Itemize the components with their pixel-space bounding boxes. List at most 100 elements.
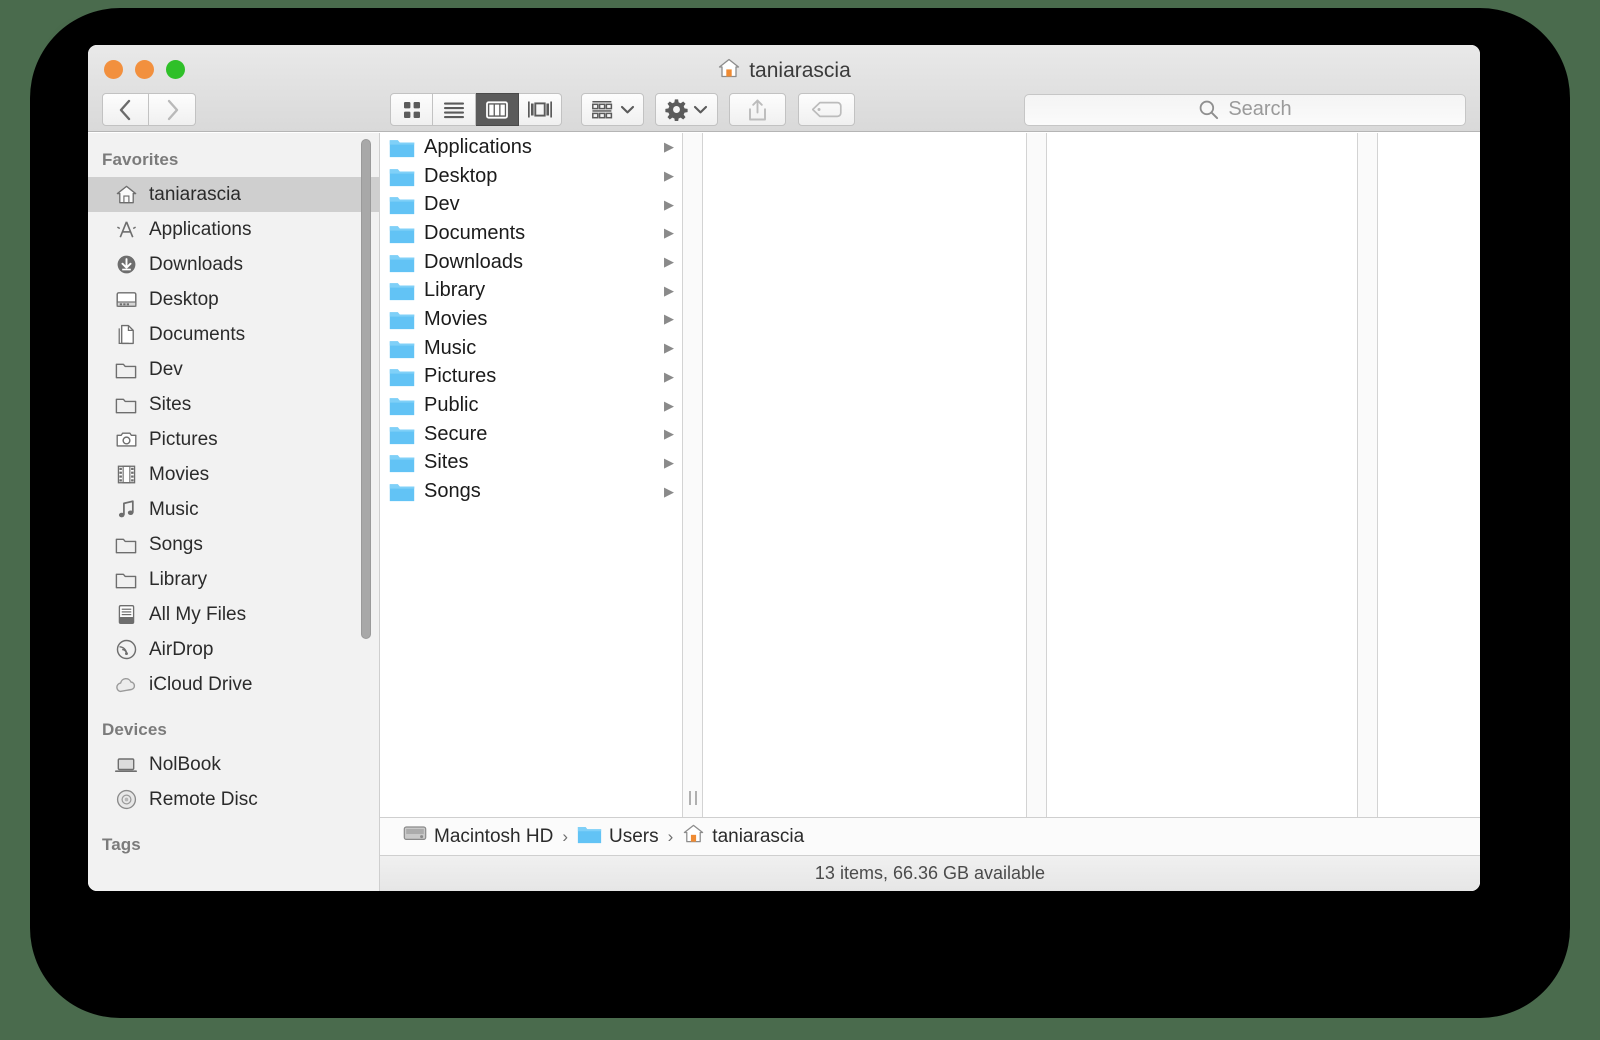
list-item[interactable]: Secure ▶: [380, 420, 682, 449]
column-resize-handle-2[interactable]: [1026, 133, 1047, 817]
sidebar-item-library[interactable]: Library: [88, 562, 379, 597]
sidebar-item-movies[interactable]: Movies: [88, 457, 379, 492]
blue-folder-icon: [389, 223, 415, 244]
list-item[interactable]: Downloads ▶: [380, 248, 682, 277]
list-item[interactable]: Sites ▶: [380, 449, 682, 478]
sidebar-item-label: Sites: [149, 393, 192, 415]
list-item-label: Songs: [424, 480, 481, 503]
back-button[interactable]: [102, 93, 149, 126]
laptop-icon: [114, 753, 138, 777]
list-view-button[interactable]: [433, 93, 476, 126]
sidebar-item-pictures[interactable]: Pictures: [88, 422, 379, 457]
breadcrumb-item-users[interactable]: Users: [609, 826, 659, 848]
sidebar-item-taniarascia[interactable]: taniarascia: [88, 177, 379, 212]
arrange-button[interactable]: [581, 93, 644, 126]
sidebar-scrollbar[interactable]: [361, 139, 371, 639]
sidebar-item-icloud-drive[interactable]: iCloud Drive: [88, 667, 379, 702]
chevron-right-icon: ▶: [664, 196, 674, 212]
window-title-text: taniarascia: [749, 59, 851, 82]
download-icon: [114, 253, 138, 277]
column-resize-handle-3[interactable]: [1357, 133, 1378, 817]
search-input[interactable]: Search: [1024, 93, 1466, 126]
sidebar-item-remote-disc[interactable]: Remote Disc: [88, 782, 379, 817]
blue-folder-icon: [389, 366, 415, 387]
column-3: [1047, 133, 1357, 817]
window-titlebar: taniarascia Search: [88, 45, 1480, 132]
status-bar-text: 13 items, 66.36 GB available: [814, 863, 1046, 883]
list-item[interactable]: Public ▶: [380, 391, 682, 420]
sidebar-item-label: iCloud Drive: [149, 673, 253, 695]
sidebar-item-songs[interactable]: Songs: [88, 527, 379, 562]
path-bar: Macintosh HD › Users › taniarascia: [380, 817, 1480, 855]
list-item[interactable]: Applications ▶: [380, 133, 682, 162]
column-view-button[interactable]: [476, 93, 519, 126]
list-item[interactable]: Music ▶: [380, 334, 682, 363]
home-icon: [114, 183, 138, 207]
sidebar-item-label: Applications: [149, 218, 252, 240]
search-icon: [1199, 100, 1219, 120]
chevron-right-icon: ▶: [664, 225, 674, 241]
list-item[interactable]: Library ▶: [380, 276, 682, 305]
sidebar-section-devices-header: Devices: [102, 720, 167, 739]
folder-icon: [114, 393, 138, 417]
blue-folder-icon: [389, 194, 415, 215]
list-item-label: Movies: [424, 307, 488, 330]
blue-folder-icon: [389, 424, 415, 445]
blue-folder-icon: [389, 395, 415, 416]
chevron-right-icon: ▶: [664, 340, 674, 356]
blue-folder-icon: [577, 824, 602, 850]
sidebar-item-documents[interactable]: Documents: [88, 317, 379, 352]
film-icon: [114, 463, 138, 487]
coverflow-view-button[interactable]: [519, 93, 562, 126]
sidebar-item-music[interactable]: Music: [88, 492, 379, 527]
share-button[interactable]: [729, 93, 786, 126]
window-body: Favorites taniarascia Applications Downl…: [88, 133, 1480, 891]
sidebar-item-downloads[interactable]: Downloads: [88, 247, 379, 282]
column-2: [703, 133, 1026, 817]
list-item-label: Secure: [424, 422, 488, 445]
list-item-label: Dev: [424, 193, 460, 216]
sidebar-item-label: Desktop: [149, 288, 219, 310]
sidebar-item-applications[interactable]: Applications: [88, 212, 379, 247]
sidebar-item-nolbook[interactable]: NolBook: [88, 747, 379, 782]
sidebar: Favorites taniarascia Applications Downl…: [88, 133, 380, 891]
nav-buttons: [102, 93, 196, 126]
sidebar-item-desktop[interactable]: Desktop: [88, 282, 379, 317]
blue-folder-icon: [389, 338, 415, 359]
list-item[interactable]: Dev ▶: [380, 190, 682, 219]
chevron-right-icon: ▶: [664, 397, 674, 413]
list-item-label: Documents: [424, 221, 526, 244]
status-bar: 13 items, 66.36 GB available: [380, 855, 1480, 891]
sidebar-item-dev[interactable]: Dev: [88, 352, 379, 387]
sidebar-item-airdrop[interactable]: AirDrop: [88, 632, 379, 667]
chevron-right-icon: ▶: [664, 483, 674, 499]
harddrive-icon: [403, 824, 427, 849]
list-item[interactable]: Movies ▶: [380, 305, 682, 334]
list-item[interactable]: Pictures ▶: [380, 363, 682, 392]
toolbar: Search: [88, 87, 1480, 132]
icon-view-button[interactable]: [390, 93, 433, 126]
forward-button[interactable]: [149, 93, 196, 126]
chevron-down-icon: [693, 105, 708, 114]
chevron-right-icon: ▶: [664, 426, 674, 442]
chevron-right-icon: ▶: [664, 311, 674, 327]
sidebar-item-label: Pictures: [149, 428, 218, 450]
finder-window: taniarascia Search Favorites taniarascia…: [88, 45, 1480, 891]
list-item[interactable]: Desktop ▶: [380, 162, 682, 191]
action-menu-button[interactable]: [655, 93, 718, 126]
list-item-label: Desktop: [424, 164, 498, 187]
tag-button[interactable]: [798, 93, 855, 126]
sidebar-item-all-my-files[interactable]: All My Files: [88, 597, 379, 632]
blue-folder-icon: [389, 252, 415, 273]
breadcrumb-item-taniarascia[interactable]: taniarascia: [712, 826, 804, 848]
column-resize-handle-1[interactable]: [682, 133, 703, 817]
breadcrumb-item-macintosh-hd[interactable]: Macintosh HD: [434, 826, 553, 848]
list-item-label: Downloads: [424, 250, 523, 273]
list-item-label: Applications: [424, 135, 532, 158]
sidebar-section-tags-header: Tags: [102, 835, 141, 854]
resize-grip-icon: [688, 791, 697, 805]
list-item[interactable]: Songs ▶: [380, 477, 682, 506]
list-item[interactable]: Documents ▶: [380, 219, 682, 248]
sidebar-item-sites[interactable]: Sites: [88, 387, 379, 422]
chevron-right-icon: ▶: [664, 168, 674, 184]
